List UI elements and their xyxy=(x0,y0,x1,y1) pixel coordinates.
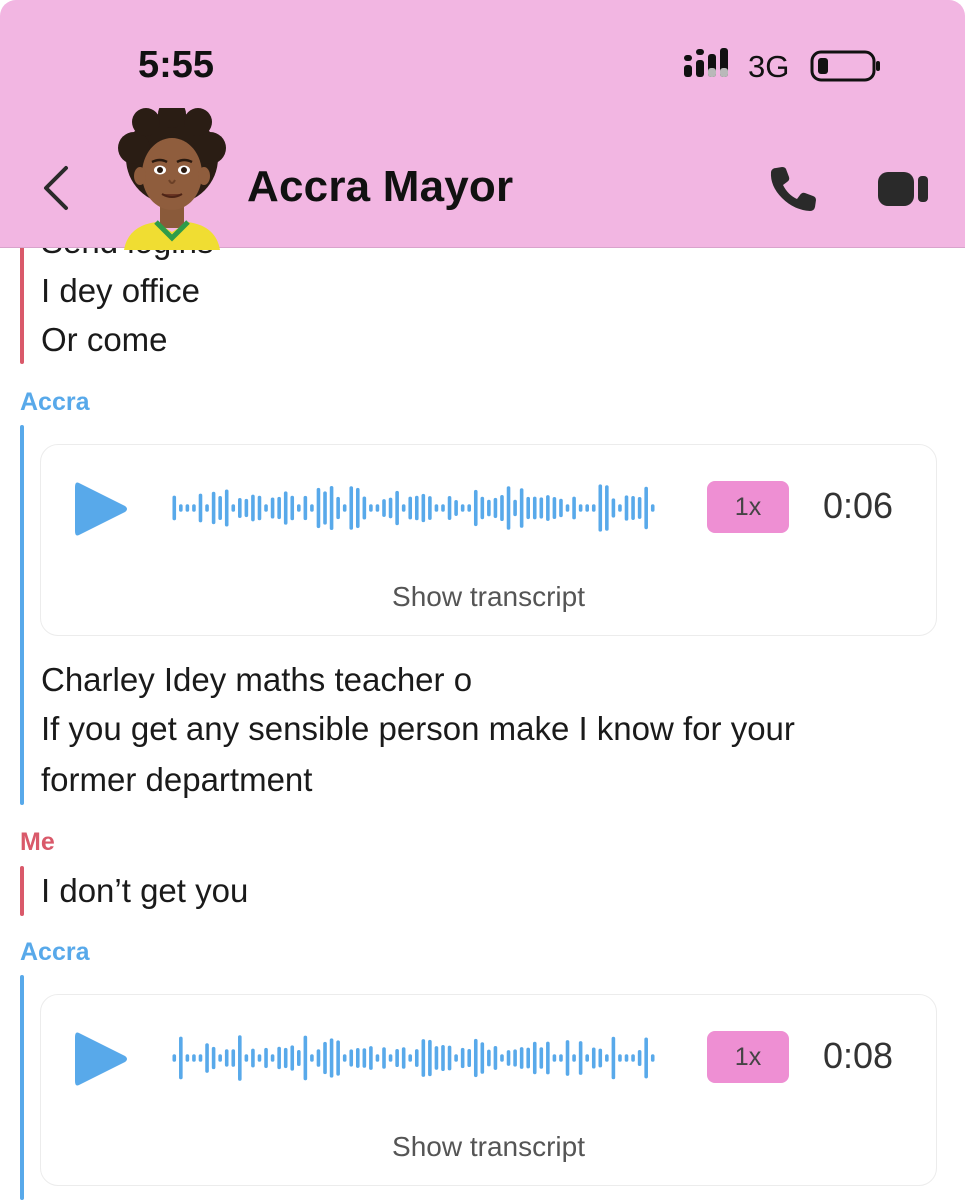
message-accent-bar xyxy=(20,866,24,916)
message-accent-bar xyxy=(20,975,24,1200)
message-text-line: I don’t get you xyxy=(41,872,249,909)
message-text-line: If you get any sensible person make I kn… xyxy=(41,710,795,747)
playback-speed-button[interactable]: 1x xyxy=(707,481,789,533)
play-icon[interactable] xyxy=(71,1027,131,1091)
message-accent-bar xyxy=(20,236,24,364)
sender-label-accra: Accra xyxy=(20,938,90,966)
show-transcript-button[interactable]: Show transcript xyxy=(41,581,936,613)
video-camera-icon[interactable] xyxy=(876,170,930,208)
message-text-line: Charley Idey maths teacher o xyxy=(41,661,473,698)
chat-header: 5:55 3G Accra Mayor xyxy=(0,0,965,250)
phone-icon[interactable] xyxy=(768,164,820,214)
playback-speed-button[interactable]: 1x xyxy=(707,1031,789,1083)
chevron-left-icon[interactable] xyxy=(36,164,76,212)
contact-name[interactable]: Accra Mayor xyxy=(247,162,513,212)
voice-note-duration: 0:08 xyxy=(823,1035,894,1076)
battery-low-icon xyxy=(810,50,880,82)
sender-label-accra: Accra xyxy=(20,388,90,416)
sender-label-me: Me xyxy=(20,828,55,856)
play-icon[interactable] xyxy=(71,477,131,541)
message-accent-bar xyxy=(20,425,24,805)
message-text-line: former department xyxy=(41,761,313,798)
waveform-graphic[interactable] xyxy=(171,473,656,543)
show-transcript-button[interactable]: Show transcript xyxy=(41,1131,936,1163)
cellular-signal-icon xyxy=(684,48,728,77)
status-bar-time: 5:55 xyxy=(138,44,215,86)
avatar[interactable] xyxy=(116,108,228,250)
message-text-line: I dey office xyxy=(41,272,200,309)
voice-note-card[interactable]: 1x 0:08 Show transcript xyxy=(40,994,937,1186)
network-type-label: 3G xyxy=(748,49,790,84)
waveform-graphic[interactable] xyxy=(171,1023,656,1093)
message-text-line: Or come xyxy=(41,321,168,358)
voice-note-card[interactable]: 1x 0:06 Show transcript xyxy=(40,444,937,636)
voice-note-duration: 0:06 xyxy=(823,485,894,526)
